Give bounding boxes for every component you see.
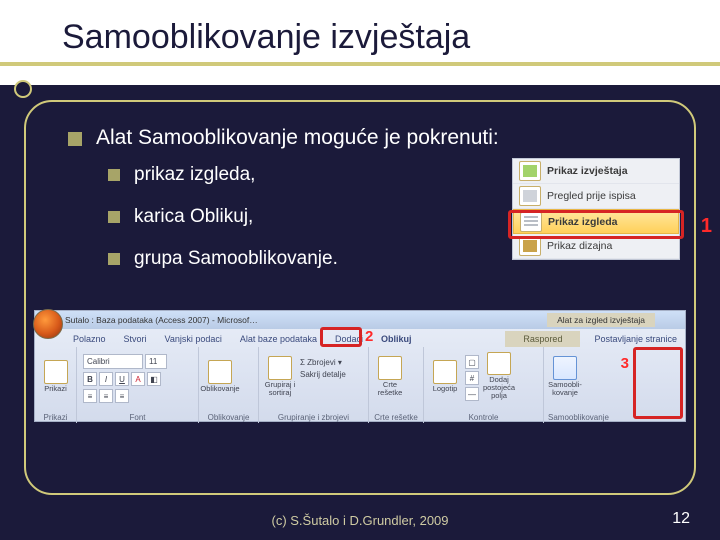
group-oblikovanje: Oblikovanje xyxy=(203,412,254,422)
dodaj-polja-button[interactable]: Dodaj postojeća polja xyxy=(482,352,516,400)
sakrij-button[interactable]: Sakrij detalje xyxy=(300,370,346,379)
bullet-list: Alat Samooblikovanje moguće je pokrenuti… xyxy=(68,126,499,290)
context-tab-title: Alat za izgled izvještaja xyxy=(547,313,655,327)
view-menu-item[interactable]: Pregled prije ispisa xyxy=(513,184,679,209)
view-menu: Prikaz izvještaja Pregled prije ispisa P… xyxy=(512,158,680,260)
bullet-sub1: prikaz izgleda, xyxy=(134,164,255,186)
group-samooblikovanje: Samooblikovanje xyxy=(548,412,600,422)
bullet-main: Alat Samooblikovanje moguće je pokrenuti… xyxy=(96,126,499,150)
grupiraj-button[interactable]: Grupiraj i sortiraj xyxy=(263,352,297,400)
resetke-button[interactable]: Crte rešetke xyxy=(373,352,407,400)
bullet-square-icon xyxy=(108,169,120,181)
access-ribbon: Sutalo : Baza podataka (Access 2007) - M… xyxy=(34,310,686,422)
callout-label-3: 3 xyxy=(621,355,629,372)
tab-raspored[interactable]: Raspored xyxy=(505,331,580,347)
bullet-square-icon xyxy=(108,253,120,265)
autoformat-icon xyxy=(553,356,577,380)
group-prikazi: Prikazi xyxy=(39,412,72,422)
callout-box-1 xyxy=(508,210,684,239)
bullet-square-icon xyxy=(68,132,82,146)
oblikovanje-button[interactable]: Oblikovanje xyxy=(203,352,237,400)
bold-button[interactable]: B xyxy=(83,372,97,386)
control2-button[interactable]: # xyxy=(465,371,479,385)
tab-oblikuj[interactable]: Oblikuj xyxy=(373,331,420,347)
gridlines-icon xyxy=(378,356,402,380)
format-icon xyxy=(208,360,232,384)
view-icon xyxy=(44,360,68,384)
tab-polazno[interactable]: Polazno xyxy=(65,331,114,347)
align-center-button[interactable]: ≡ xyxy=(99,389,113,403)
bullet-sub3: grupa Samooblikovanje. xyxy=(134,248,338,270)
page-number: 12 xyxy=(672,510,690,528)
tab-vanjski[interactable]: Vanjski podaci xyxy=(157,331,230,347)
tab-alat-baze[interactable]: Alat baze podataka xyxy=(232,331,325,347)
prikazi-button[interactable]: Prikazi xyxy=(39,352,72,400)
control1-button[interactable]: ▢ xyxy=(465,355,479,369)
samooblikovanje-button[interactable]: Samoobli-kovanje xyxy=(548,352,582,400)
office-button-icon[interactable] xyxy=(33,309,63,339)
logo-icon xyxy=(433,360,457,384)
font-color-button[interactable]: A xyxy=(131,372,145,386)
align-right-button[interactable]: ≡ xyxy=(115,389,129,403)
fill-color-button[interactable]: ◧ xyxy=(147,372,161,386)
print-preview-icon xyxy=(519,186,541,206)
group-grupiranje: Grupiranje i zbrojevi xyxy=(263,412,364,422)
group-resetke: Crte rešetke xyxy=(373,412,419,422)
footer-copyright: (c) S.Šutalo i D.Grundler, 2009 xyxy=(0,513,720,528)
bullet-sub2: karica Oblikuj, xyxy=(134,206,253,228)
design-view-icon xyxy=(519,236,541,256)
tab-stvori[interactable]: Stvori xyxy=(116,331,155,347)
tab-postavljanje[interactable]: Postavljanje stranice xyxy=(586,331,685,347)
add-fields-icon xyxy=(487,352,511,375)
callout-box-2 xyxy=(320,327,362,347)
report-view-icon xyxy=(519,161,541,181)
callout-label-2: 2 xyxy=(365,328,373,345)
callout-label-1: 1 xyxy=(701,215,712,238)
group-sort-icon xyxy=(268,356,292,380)
callout-box-3 xyxy=(633,347,683,419)
align-left-button[interactable]: ≡ xyxy=(83,389,97,403)
window-title: Sutalo : Baza podataka (Access 2007) - M… xyxy=(65,315,258,325)
italic-button[interactable]: I xyxy=(99,372,113,386)
group-kontrole: Kontrole xyxy=(428,412,539,422)
bullet-square-icon xyxy=(108,211,120,223)
logotip-button[interactable]: Logotip xyxy=(428,352,462,400)
control3-button[interactable]: ― xyxy=(465,387,479,401)
zbrojevi-button[interactable]: Σ Zbrojevi ▾ xyxy=(300,358,346,367)
slide-title: Samooblikovanje izvještaja xyxy=(62,18,470,57)
font-size-combo[interactable]: 11 xyxy=(145,354,167,369)
underline-button[interactable]: U xyxy=(115,372,129,386)
view-menu-item[interactable]: Prikaz izvještaja xyxy=(513,159,679,184)
group-font: Font xyxy=(81,412,194,422)
font-name-combo[interactable]: Calibri xyxy=(83,354,143,369)
